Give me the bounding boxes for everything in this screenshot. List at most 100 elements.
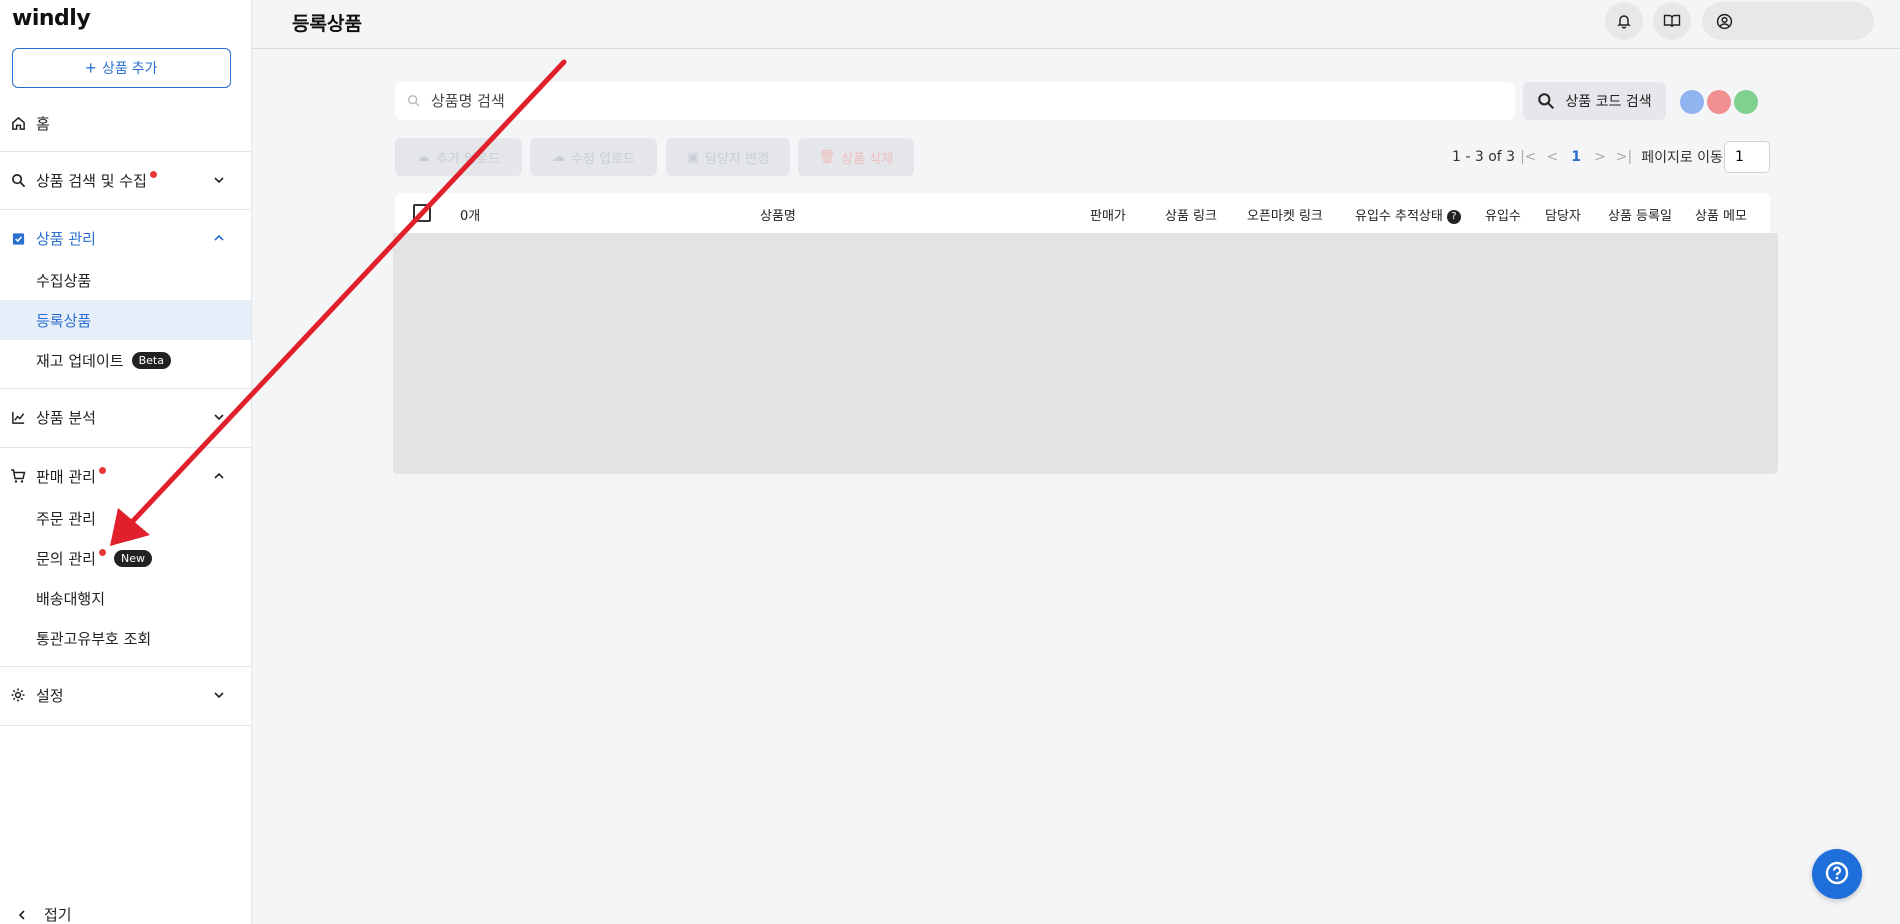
notification-dot: [149, 170, 157, 178]
trash-icon: 🗑: [818, 149, 836, 165]
current-page[interactable]: 1: [1571, 149, 1581, 165]
column-registered-date[interactable]: 상품 등록일: [1608, 205, 1672, 224]
sidebar-item-order-management[interactable]: 주문 관리: [0, 498, 251, 538]
action-label: 추가 업로드: [436, 151, 500, 167]
sidebar-item-label: 배송대행지: [36, 589, 106, 608]
notification-dot: [98, 466, 106, 474]
home-icon: [10, 115, 26, 131]
sidebar-item-label: 통관고유부호 조회: [36, 629, 152, 648]
sidebar-item-label: 상품 관리: [36, 229, 96, 248]
cart-icon: [10, 468, 26, 484]
collapse-label: 접기: [44, 906, 72, 924]
chevron-up-icon: [214, 472, 224, 479]
change-assignee-button[interactable]: ▣ 담당자 변경: [666, 138, 790, 176]
prev-page-icon[interactable]: <: [1547, 149, 1559, 165]
sidebar-item-product-analysis[interactable]: 상품 분석: [0, 397, 251, 437]
add-upload-button[interactable]: ☁ 추가 업로드: [395, 138, 522, 176]
last-page-icon[interactable]: >|: [1616, 149, 1632, 165]
notifications-button[interactable]: [1605, 2, 1643, 40]
chevron-left-icon: [18, 909, 25, 920]
search-icon: [408, 95, 420, 107]
chevron-up-icon: [214, 234, 224, 241]
cloud-upload-icon: ☁: [552, 149, 566, 165]
sidebar-item-label: 주문 관리: [36, 509, 96, 528]
column-openmarket-link: 오픈마켓 링크: [1247, 209, 1323, 224]
first-page-icon[interactable]: |<: [1520, 149, 1536, 165]
sidebar-item-label: 판매 관리: [36, 467, 96, 486]
tracking-status-label: 유입수 추적상태: [1355, 209, 1443, 224]
user-avatar-green-icon: [1732, 88, 1760, 116]
beta-badge: Beta: [131, 351, 171, 369]
sidebar-item-product-search[interactable]: 상품 검색 및 수집: [0, 160, 251, 200]
user-avatar-red-icon: [1705, 88, 1733, 116]
clipboard-check-icon: [10, 230, 26, 246]
cloud-upload-icon: ☁: [417, 149, 431, 165]
chevron-down-icon: [214, 692, 224, 699]
next-page-icon[interactable]: >: [1594, 149, 1606, 165]
sidebar-item-label: 문의 관리: [36, 549, 96, 568]
table-header: 0개 상품명 판매가 상품 링크 오픈마켓 링크 유입수 추적상태? 유입수 담…: [395, 193, 1770, 233]
action-label: 담당자 변경: [705, 151, 770, 167]
column-memo: 상품 메모: [1695, 209, 1747, 224]
search-icon: [10, 172, 26, 188]
column-count: 0개: [460, 209, 481, 224]
chevron-down-icon: [214, 414, 224, 421]
product-name-search-input[interactable]: [431, 92, 1431, 110]
plus-icon: +: [85, 58, 97, 78]
sidebar-item-label: 등록상품: [36, 311, 92, 330]
sidebar: windly + 상품 추가 홈 상품 검색 및 수집 상품 관리 수집상품 등…: [0, 0, 252, 924]
sidebar-item-shipping-agent[interactable]: 배송대행지: [0, 578, 251, 618]
gear-icon: [10, 687, 26, 703]
user-circle-icon: [1716, 13, 1733, 29]
chevron-down-icon: [214, 177, 224, 184]
add-product-label: 상품 추가: [102, 60, 158, 76]
chart-line-icon: [10, 409, 26, 425]
logo[interactable]: windly: [12, 6, 91, 31]
add-product-button[interactable]: + 상품 추가: [12, 48, 231, 88]
delete-product-button[interactable]: 🗑 상품 삭제: [798, 138, 914, 176]
notification-dot: [98, 548, 106, 556]
sidebar-item-registered[interactable]: 등록상품: [0, 300, 251, 340]
column-inflow[interactable]: 유입수: [1485, 205, 1521, 224]
collapse-sidebar-button[interactable]: 접기: [16, 904, 72, 924]
product-search-box[interactable]: [395, 82, 1515, 120]
pagination: 1 - 3 of 3 |< < 1 > >| 페이지로 이동: [1452, 141, 1723, 173]
sidebar-item-sales-management[interactable]: 판매 관리: [0, 456, 251, 496]
product-code-search-button[interactable]: 상품 코드 검색: [1523, 82, 1666, 120]
bell-icon: [1617, 15, 1631, 29]
help-icon[interactable]: ?: [1446, 209, 1461, 224]
edit-upload-button[interactable]: ☁ 수정 업로드: [530, 138, 657, 176]
search-icon: [1538, 93, 1555, 110]
column-price[interactable]: 판매가: [1090, 205, 1126, 224]
sidebar-item-settings[interactable]: 설정: [0, 675, 251, 715]
sidebar-item-product-management[interactable]: 상품 관리: [0, 218, 251, 258]
column-assignee: 담당자: [1545, 209, 1581, 224]
goto-page-label: 페이지로 이동: [1641, 150, 1723, 166]
page-title: 등록상품: [292, 13, 362, 35]
select-all-checkbox[interactable]: [413, 204, 431, 222]
top-header: 등록상품: [252, 0, 1900, 49]
user-menu-button[interactable]: [1702, 2, 1874, 40]
sidebar-item-label: 홈: [36, 114, 50, 133]
id-card-icon: ▣: [686, 149, 700, 165]
sidebar-item-inquiry-management[interactable]: 문의 관리 New: [0, 538, 251, 578]
sidebar-item-label: 재고 업데이트: [36, 351, 124, 370]
column-product-name[interactable]: 상품명: [760, 205, 796, 224]
action-label: 상품 삭제: [841, 151, 894, 167]
sidebar-item-stock-update[interactable]: 재고 업데이트 Beta: [0, 340, 251, 380]
book-open-icon: [1663, 14, 1681, 28]
column-product-link: 상품 링크: [1165, 209, 1217, 224]
sidebar-item-customs-code[interactable]: 통관고유부호 조회: [0, 618, 251, 658]
goto-page-input[interactable]: [1724, 141, 1770, 173]
table-body-loading: [393, 233, 1778, 474]
sidebar-item-collected[interactable]: 수집상품: [0, 260, 251, 300]
user-avatar-blue-icon: [1678, 88, 1706, 116]
action-label: 수정 업로드: [571, 151, 635, 167]
column-tracking-status: 유입수 추적상태?: [1355, 205, 1461, 224]
help-chat-button[interactable]: [1812, 849, 1862, 899]
sidebar-item-label: 상품 검색 및 수집: [36, 171, 147, 190]
sidebar-item-home[interactable]: 홈: [0, 103, 251, 143]
guide-button[interactable]: [1653, 2, 1691, 40]
sidebar-item-label: 설정: [36, 686, 64, 705]
assignee-avatars[interactable]: [1678, 88, 1766, 116]
